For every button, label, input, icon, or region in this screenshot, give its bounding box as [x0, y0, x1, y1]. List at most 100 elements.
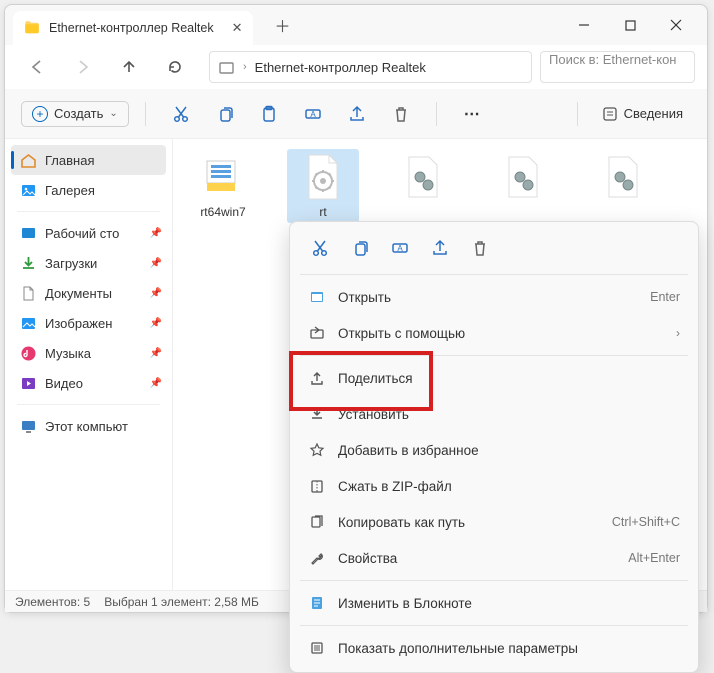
separator: [300, 355, 688, 356]
status-selected: Выбран 1 элемент: 2,58 МБ: [104, 595, 259, 609]
sidebar-item-downloads[interactable]: Загрузки📌: [5, 248, 172, 278]
rename-icon[interactable]: A: [382, 232, 418, 264]
minimize-button[interactable]: [561, 9, 607, 41]
inf-file-icon: [299, 153, 347, 201]
sidebar-item-desktop[interactable]: Рабочий сто📌: [5, 218, 172, 248]
tab-title: Ethernet-контроллер Realtek: [49, 21, 214, 35]
cut-icon[interactable]: [302, 232, 338, 264]
sidebar-item-video[interactable]: Видео 📌: [5, 368, 172, 398]
ctx-share[interactable]: Поделиться: [290, 360, 698, 396]
sidebar: Главная Галерея Рабочий сто📌 Загрузки📌 Д…: [5, 139, 173, 590]
path-box[interactable]: › Ethernet-контроллер Realtek: [209, 51, 532, 83]
ctx-label: Открыть с помощью: [338, 326, 465, 341]
path-segment[interactable]: Ethernet-контроллер Realtek: [255, 60, 426, 75]
sidebar-item-gallery[interactable]: Галерея: [5, 175, 172, 205]
copy-icon[interactable]: [206, 97, 244, 131]
video-icon: [19, 374, 37, 392]
cut-icon[interactable]: [162, 97, 200, 131]
gallery-icon: [19, 181, 37, 199]
forward-button[interactable]: [71, 55, 95, 79]
file-item[interactable]: [487, 149, 559, 223]
folder-icon: [23, 19, 41, 37]
share-icon[interactable]: [422, 232, 458, 264]
paste-icon[interactable]: [250, 97, 288, 131]
file-label: rt64win7: [191, 205, 255, 219]
ctx-notepad[interactable]: Изменить в Блокноте: [290, 585, 698, 621]
more-icon[interactable]: ⋯: [453, 97, 491, 131]
sidebar-item-thispc[interactable]: Этот компьют: [5, 411, 172, 441]
pin-icon: 📌: [150, 228, 162, 239]
sidebar-item-pictures[interactable]: Изображен📌: [5, 308, 172, 338]
up-button[interactable]: [117, 55, 141, 79]
sidebar-label: Главная: [45, 153, 94, 168]
home-icon: [19, 151, 37, 169]
new-tab-button[interactable]: ＋: [269, 13, 297, 37]
separator: [300, 625, 688, 626]
shortcut: Alt+Enter: [628, 551, 680, 565]
file-grid: rt64win7 rt: [187, 149, 693, 223]
file-item[interactable]: rt64win7: [187, 149, 259, 223]
toolbar: + Создать ⌄ A ⋯ Сведения: [5, 89, 707, 139]
wrench-icon: [308, 549, 326, 567]
info-icon: [602, 106, 618, 122]
maximize-button[interactable]: [607, 9, 653, 41]
openwith-icon: [308, 324, 326, 342]
pictures-icon: [19, 314, 37, 332]
sidebar-item-documents[interactable]: Документы📌: [5, 278, 172, 308]
details-button[interactable]: Сведения: [594, 102, 691, 126]
sidebar-label: Галерея: [45, 183, 95, 198]
divider: [436, 102, 437, 126]
file-item[interactable]: [387, 149, 459, 223]
pin-icon: 📌: [150, 378, 162, 389]
ctx-open[interactable]: Открыть Enter: [290, 279, 698, 315]
ctx-label: Установить: [338, 407, 409, 422]
details-label: Сведения: [624, 106, 683, 121]
ctx-properties[interactable]: Свойства Alt+Enter: [290, 540, 698, 576]
refresh-button[interactable]: [163, 55, 187, 79]
copy-icon[interactable]: [342, 232, 378, 264]
ctx-label: Добавить в избранное: [338, 443, 479, 458]
search-input[interactable]: Поиск в: Ethernet-кон: [540, 51, 695, 83]
sidebar-item-home[interactable]: Главная: [11, 145, 166, 175]
ctx-label: Показать дополнительные параметры: [338, 641, 578, 656]
cfg-file-icon: [399, 153, 447, 201]
svg-text:A: A: [310, 110, 316, 119]
sys-file-icon: [199, 153, 247, 201]
sidebar-label: Документы: [45, 286, 112, 301]
ctx-zip[interactable]: Сжать в ZIP-файл: [290, 468, 698, 504]
svg-text:A: A: [397, 244, 403, 253]
rename-icon[interactable]: A: [294, 97, 332, 131]
shortcut: Enter: [650, 290, 680, 304]
separator: [17, 404, 160, 405]
ctx-label: Поделиться: [338, 371, 413, 386]
plus-icon: +: [32, 106, 48, 122]
documents-icon: [19, 284, 37, 302]
back-button[interactable]: [25, 55, 49, 79]
create-button[interactable]: + Создать ⌄: [21, 101, 129, 127]
ctx-copy-path[interactable]: Копировать как путь Ctrl+Shift+C: [290, 504, 698, 540]
file-item-selected[interactable]: rt: [287, 149, 359, 223]
pc-icon: [19, 417, 37, 435]
ctx-label: Открыть: [338, 290, 391, 305]
tab-close-icon[interactable]: ✕: [232, 20, 243, 36]
delete-icon[interactable]: [382, 97, 420, 131]
share-icon[interactable]: [338, 97, 376, 131]
delete-icon[interactable]: [462, 232, 498, 264]
separator: [300, 580, 688, 581]
close-button[interactable]: [653, 9, 699, 41]
browser-tab[interactable]: Ethernet-контроллер Realtek ✕: [13, 11, 253, 45]
zip-icon: [308, 477, 326, 495]
ctx-label: Копировать как путь: [338, 515, 465, 530]
sidebar-label: Загрузки: [45, 256, 97, 271]
ctx-open-with[interactable]: Открыть с помощью ›: [290, 315, 698, 351]
ctx-install[interactable]: Установить: [290, 396, 698, 432]
ctx-show-more[interactable]: Показать дополнительные параметры: [290, 630, 698, 666]
status-item-count: Элементов: 5: [15, 595, 90, 609]
sidebar-label: Видео: [45, 376, 83, 391]
window-controls: [561, 9, 699, 41]
ctx-label: Свойства: [338, 551, 397, 566]
sidebar-item-music[interactable]: Музыка📌: [5, 338, 172, 368]
file-item[interactable]: [587, 149, 659, 223]
ctx-favorite[interactable]: Добавить в избранное: [290, 432, 698, 468]
create-label: Создать: [54, 106, 103, 121]
